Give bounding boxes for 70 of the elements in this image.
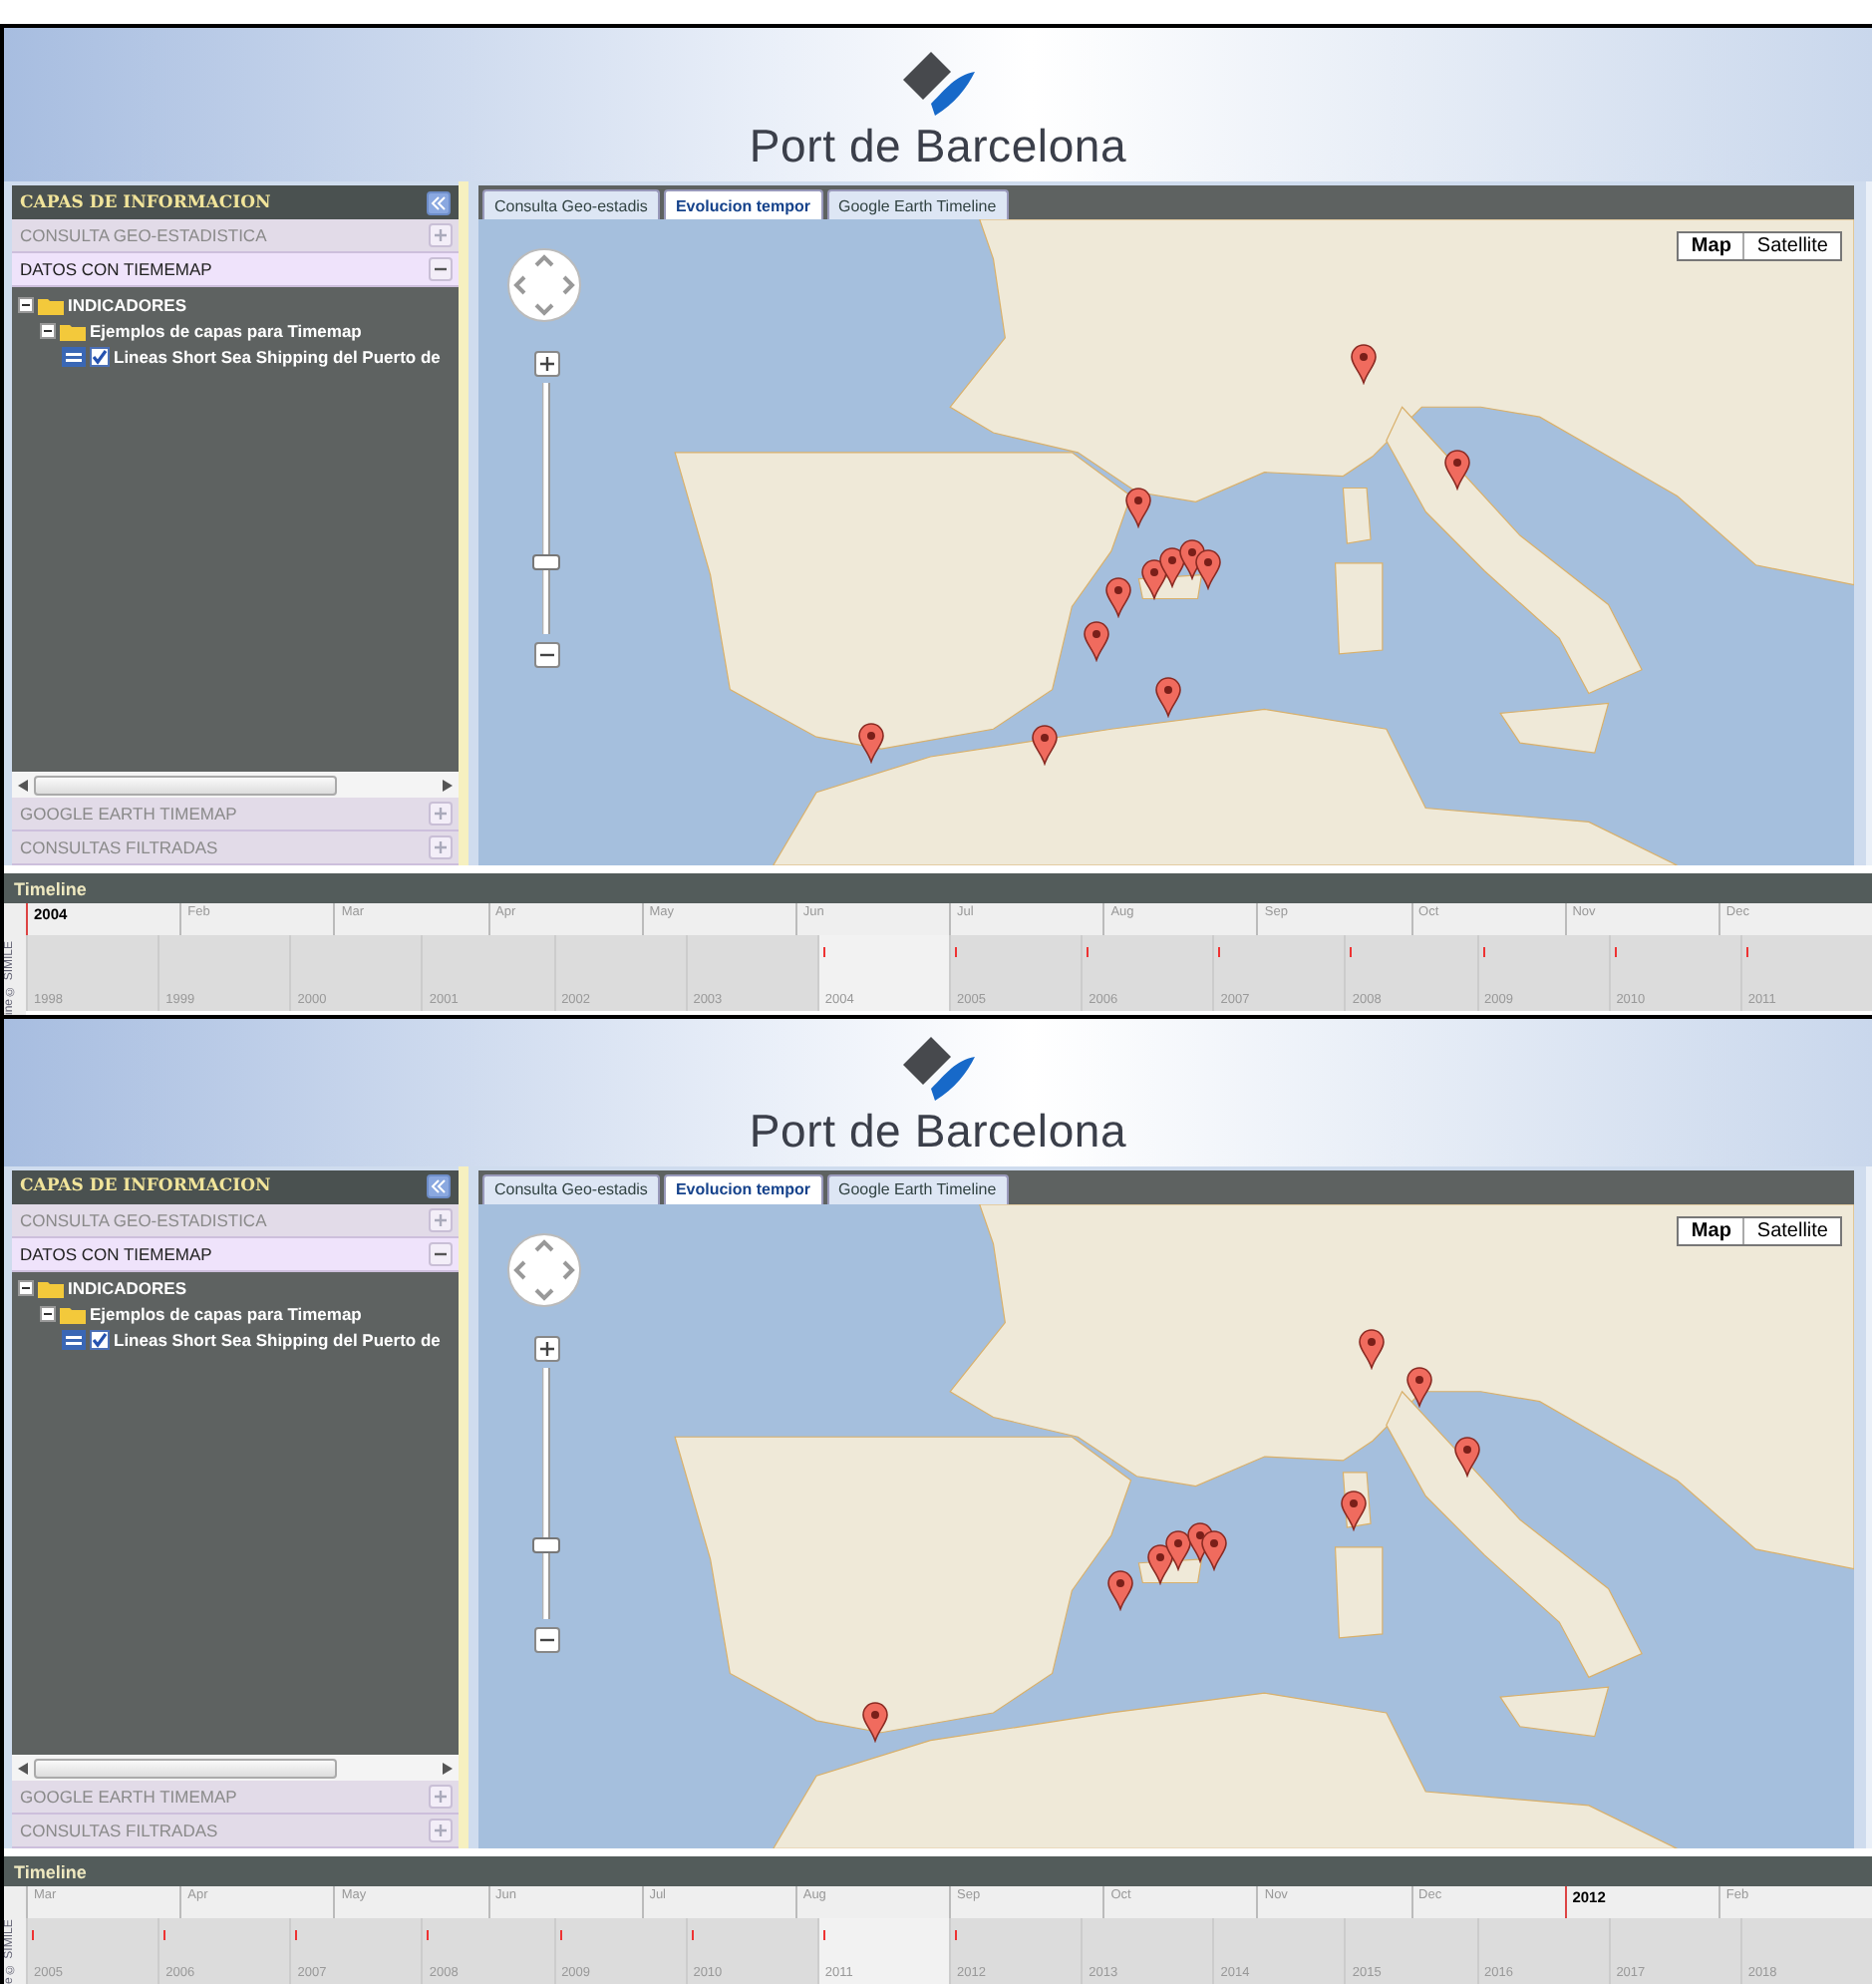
site-title: Port de Barcelona <box>749 120 1127 173</box>
map-pin-icon[interactable] <box>1358 1327 1386 1370</box>
tab[interactable]: Evolucion tempor <box>663 1173 822 1204</box>
map-pin-icon[interactable] <box>1083 620 1110 662</box>
tree-item[interactable]: Ejemplos de capas para Timemap <box>90 1304 362 1325</box>
collapse-icon[interactable] <box>40 1306 56 1323</box>
collapse-icon[interactable] <box>18 1280 34 1297</box>
tree-item[interactable]: INDICADORES <box>68 294 187 314</box>
zoom-slider-thumb[interactable] <box>532 554 560 571</box>
checkbox[interactable] <box>90 346 110 366</box>
layer-legend-icon <box>62 346 86 366</box>
zoom-in-button[interactable] <box>534 1335 560 1362</box>
map-pin-icon[interactable] <box>1106 1568 1134 1611</box>
map-pin-icon[interactable] <box>1405 1365 1433 1408</box>
tab[interactable]: Evolucion tempor <box>663 189 822 219</box>
minus-icon <box>540 648 554 662</box>
map-pin-icon[interactable] <box>1031 724 1059 766</box>
minus-icon[interactable] <box>429 257 453 281</box>
map-pin-icon[interactable] <box>1124 487 1152 528</box>
accordion-header[interactable]: DATOS CON TIEMEMAP <box>12 1237 459 1272</box>
tab[interactable]: Consulta Geo-estadis <box>482 1173 660 1204</box>
tab[interactable]: Google Earth Timeline <box>826 1173 1009 1204</box>
timeline-title: Timeline <box>4 873 1872 903</box>
zoom-out-button[interactable] <box>534 642 560 668</box>
collapse-icon[interactable] <box>18 296 34 312</box>
map-pin-icon[interactable] <box>1194 548 1222 590</box>
map-pin-icon[interactable] <box>1340 1489 1368 1531</box>
plus-icon <box>540 1341 554 1356</box>
scroll-right-icon[interactable] <box>443 779 453 791</box>
tree-item[interactable]: Ejemplos de capas para Timemap <box>90 320 362 340</box>
scroll-left-icon[interactable] <box>18 1762 28 1774</box>
tab[interactable]: Consulta Geo-estadis <box>482 189 660 219</box>
collapse-icon[interactable] <box>40 322 56 338</box>
accordion-header[interactable]: DATOS CON TIEMEMAP <box>12 253 459 287</box>
collapse-panel-icon[interactable] <box>427 1174 451 1199</box>
collapse-panel-icon[interactable] <box>427 190 451 214</box>
plus-icon <box>540 357 554 371</box>
folder-icon <box>60 320 86 340</box>
scroll-right-icon[interactable] <box>443 1762 453 1774</box>
minus-icon[interactable] <box>429 1241 453 1266</box>
map-pin-icon[interactable] <box>1154 676 1182 718</box>
pan-control-icon[interactable] <box>506 1231 582 1308</box>
map-pin-icon[interactable] <box>1164 1528 1192 1571</box>
checkbox[interactable] <box>90 1330 110 1351</box>
folder-icon <box>38 294 64 314</box>
map-pin-icon[interactable] <box>1443 449 1471 491</box>
map-pin-icon[interactable] <box>857 722 885 764</box>
map-pin-icon[interactable] <box>1350 343 1378 385</box>
map-pin-icon[interactable] <box>1104 576 1132 618</box>
zoom-in-button[interactable] <box>534 351 560 377</box>
pan-control-icon[interactable] <box>506 247 582 323</box>
tree-item[interactable]: Lineas Short Sea Shipping del Puerto de <box>114 1330 441 1351</box>
zoom-slider-thumb[interactable] <box>532 1536 560 1553</box>
folder-icon <box>60 1304 86 1325</box>
map-pin-icon[interactable] <box>1453 1435 1481 1478</box>
zoom-out-button[interactable] <box>534 1626 560 1653</box>
folder-icon <box>38 1278 64 1299</box>
panel-title: CAPAS DE INFORMACION <box>20 1176 271 1197</box>
tree-item[interactable]: INDICADORES <box>68 1278 187 1299</box>
site-title: Port de Barcelona <box>749 1104 1127 1159</box>
scroll-left-icon[interactable] <box>18 779 28 791</box>
panel-title: CAPAS DE INFORMACION <box>20 192 271 212</box>
timeline-title: Timeline <box>4 1856 1872 1886</box>
horizontal-scrollbar[interactable] <box>12 772 459 798</box>
map-pin-icon[interactable] <box>861 1700 889 1743</box>
map-pin-icon[interactable] <box>1200 1528 1228 1571</box>
tree-item[interactable]: Lineas Short Sea Shipping del Puerto de <box>114 346 441 366</box>
layer-legend-icon <box>62 1330 86 1351</box>
tab[interactable]: Google Earth Timeline <box>826 189 1009 219</box>
horizontal-scrollbar[interactable] <box>12 1755 459 1781</box>
